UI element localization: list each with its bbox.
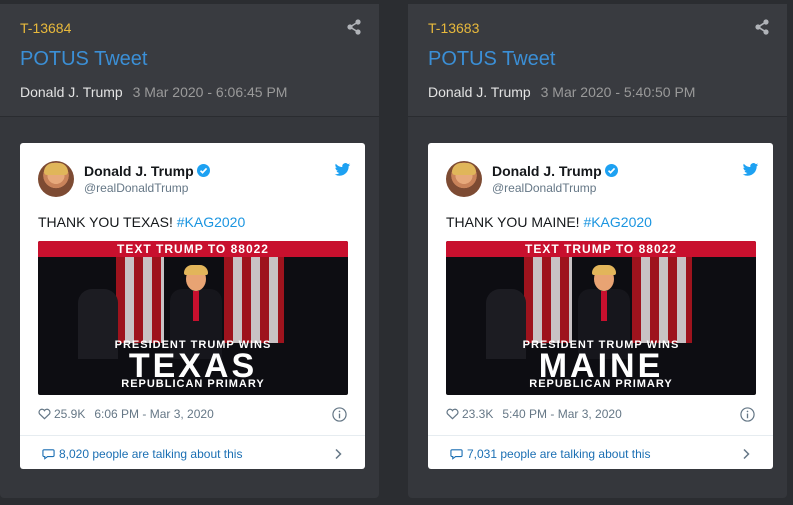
tweet-text: THANK YOU MAINE! #KAG2020 (446, 214, 652, 230)
twitter-bird-icon[interactable] (742, 161, 759, 178)
tweet-image[interactable]: TEXT TRUMP TO 88022 PRESIDENT TRUMP WINS… (38, 241, 348, 395)
tweet-name-text: Donald J. Trump (492, 163, 602, 179)
image-line3: REPUBLICAN PRIMARY (121, 378, 265, 390)
avatar[interactable] (446, 161, 482, 197)
share-icon[interactable] (753, 18, 771, 36)
flag-stripes (524, 257, 572, 343)
event-id[interactable]: T-13683 (428, 20, 479, 36)
chevron-right-icon[interactable] (333, 448, 343, 460)
tweet-stats: 25.9K 6:06 PM - Mar 3, 2020 (38, 407, 214, 421)
card-meta: Donald J. Trump 3 Mar 2020 - 6:06:45 PM (20, 84, 287, 100)
speech-bubble-icon (42, 449, 55, 460)
chevron-right-icon[interactable] (741, 448, 751, 460)
card-meta: Donald J. Trump 3 Mar 2020 - 5:40:50 PM (428, 84, 695, 100)
banner-bold: TRUMP (156, 242, 204, 256)
flag-stripes (116, 257, 164, 343)
banner-prefix: TEXT (525, 242, 565, 256)
like-count[interactable]: 25.9K (54, 407, 85, 421)
embedded-tweet[interactable]: Donald J. Trump @realDonaldTrump THANK Y… (428, 143, 773, 469)
tweet-stats: 23.3K 5:40 PM - Mar 3, 2020 (446, 407, 622, 421)
tweet-image[interactable]: TEXT TRUMP TO 88022 PRESIDENT TRUMP WINS… (446, 241, 756, 395)
image-banner: TEXT TRUMP TO 88022 (38, 241, 348, 257)
image-banner: TEXT TRUMP TO 88022 (446, 241, 756, 257)
card-title[interactable]: POTUS Tweet (428, 48, 555, 71)
banner-suffix: TO 88022 (203, 242, 269, 256)
twitter-bird-icon[interactable] (334, 161, 351, 178)
flag-stripes (224, 257, 284, 343)
event-id[interactable]: T-13684 (20, 20, 71, 36)
banner-suffix: TO 88022 (611, 242, 677, 256)
card-header: T-13684 POTUS Tweet Donald J. Trump 3 Ma… (0, 4, 379, 117)
tweet-handle[interactable]: @realDonaldTrump (84, 181, 188, 195)
card-author: Donald J. Trump (428, 84, 531, 100)
conversation-link[interactable]: 7,031 people are talking about this (450, 447, 650, 461)
card-timestamp: 3 Mar 2020 - 5:40:50 PM (540, 84, 696, 100)
avatar[interactable] (38, 161, 74, 197)
info-icon[interactable] (332, 407, 347, 422)
heart-icon[interactable] (446, 408, 459, 420)
image-line3: REPUBLICAN PRIMARY (529, 378, 673, 390)
conversation-link[interactable]: 8,020 people are talking about this (42, 447, 242, 461)
flag-stripes (632, 257, 692, 343)
embedded-tweet[interactable]: Donald J. Trump @realDonaldTrump THANK Y… (20, 143, 365, 469)
hashtag-link[interactable]: #KAG2020 (583, 214, 652, 230)
tweet-text-body: THANK YOU TEXAS! (38, 214, 177, 230)
tweet-text-body: THANK YOU MAINE! (446, 214, 584, 230)
heart-icon[interactable] (38, 408, 51, 420)
tweet-time[interactable]: 5:40 PM - Mar 3, 2020 (502, 407, 621, 421)
tweet-handle[interactable]: @realDonaldTrump (492, 181, 596, 195)
card-timestamp: 3 Mar 2020 - 6:06:45 PM (132, 84, 288, 100)
conversation-text: 7,031 people are talking about this (467, 447, 651, 461)
share-icon[interactable] (345, 18, 363, 36)
like-count[interactable]: 23.3K (462, 407, 493, 421)
card-header: T-13683 POTUS Tweet Donald J. Trump 3 Ma… (408, 4, 787, 117)
tweet-author-name[interactable]: Donald J. Trump (492, 163, 618, 179)
conversation-text: 8,020 people are talking about this (59, 447, 243, 461)
verified-badge-icon (196, 164, 210, 177)
divider (20, 435, 365, 436)
banner-prefix: TEXT (117, 242, 157, 256)
event-card[interactable]: T-13683 POTUS Tweet Donald J. Trump 3 Ma… (408, 4, 787, 498)
tweet-author-name[interactable]: Donald J. Trump (84, 163, 210, 179)
tweet-name-text: Donald J. Trump (84, 163, 194, 179)
verified-badge-icon (604, 164, 618, 177)
card-author: Donald J. Trump (20, 84, 123, 100)
banner-bold: TRUMP (564, 242, 612, 256)
speech-bubble-icon (450, 449, 463, 460)
tweet-text: THANK YOU TEXAS! #KAG2020 (38, 214, 245, 230)
info-icon[interactable] (740, 407, 755, 422)
hashtag-link[interactable]: #KAG2020 (177, 214, 246, 230)
tweet-time[interactable]: 6:06 PM - Mar 3, 2020 (94, 407, 213, 421)
event-card[interactable]: T-13684 POTUS Tweet Donald J. Trump 3 Ma… (0, 4, 379, 498)
card-title[interactable]: POTUS Tweet (20, 48, 147, 71)
divider (428, 435, 773, 436)
